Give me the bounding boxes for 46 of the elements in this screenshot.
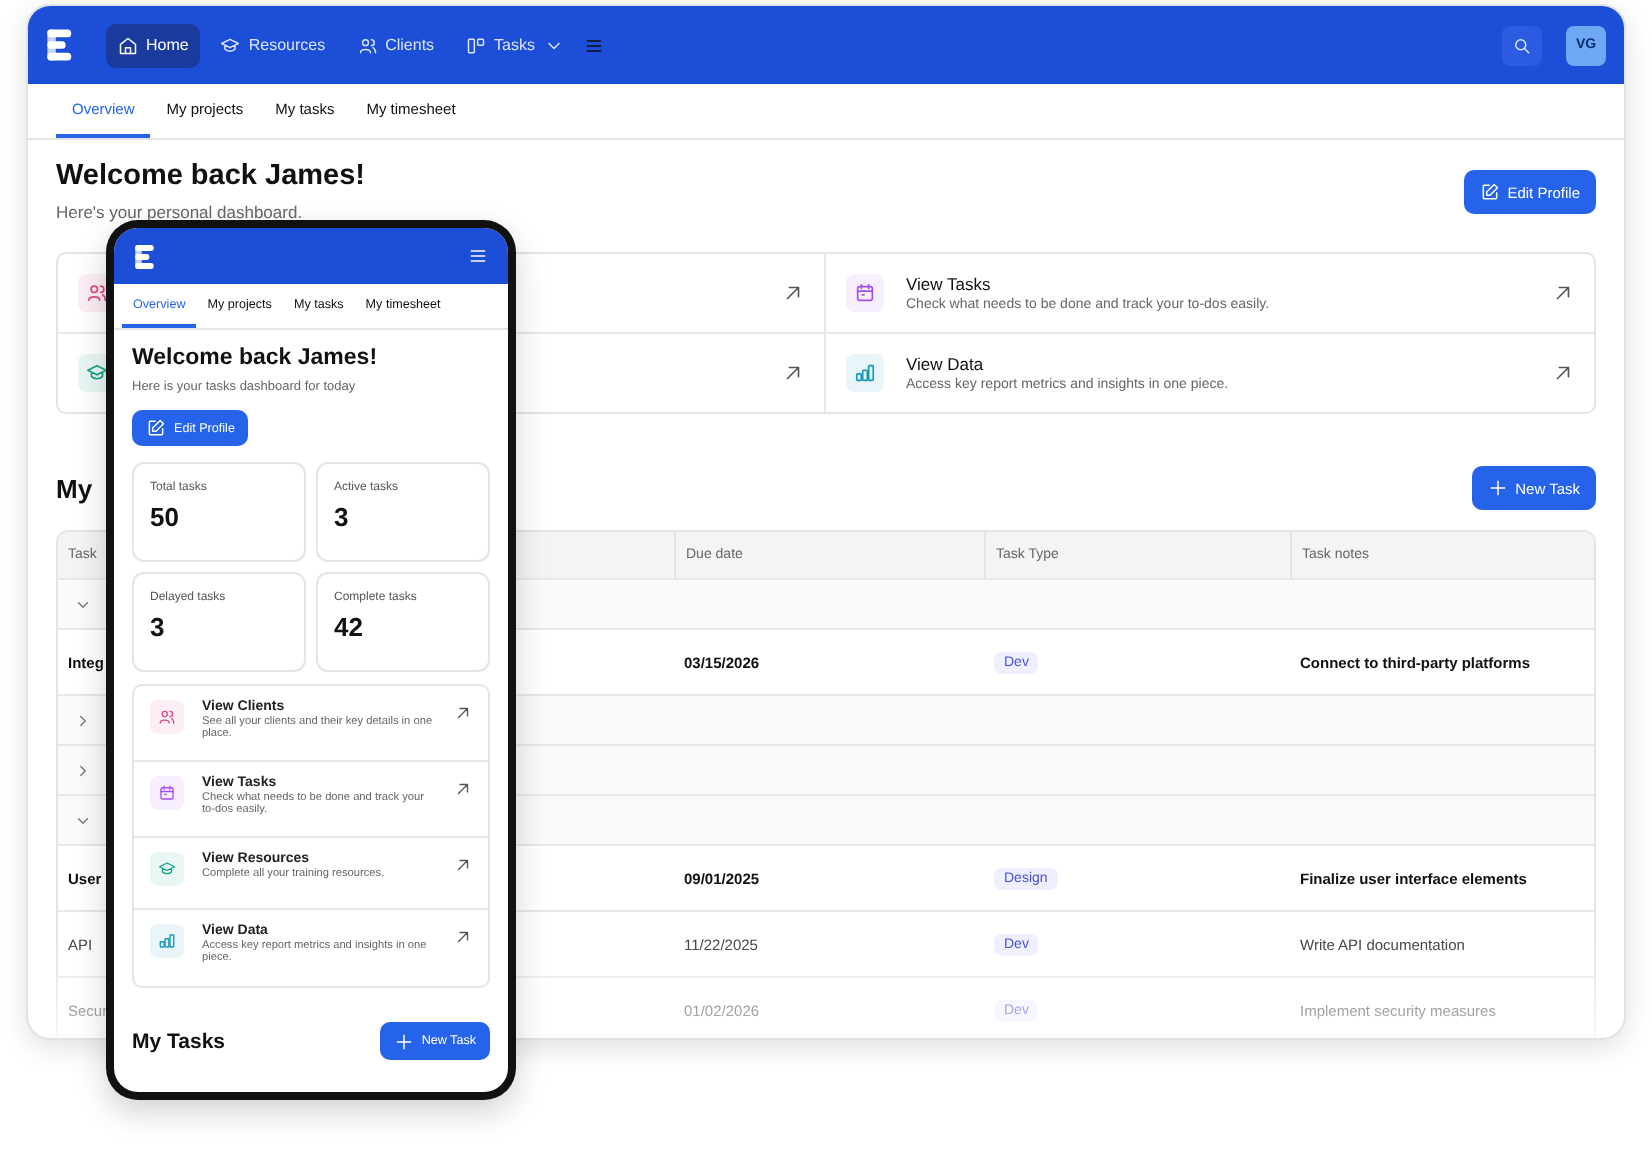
bar-chart-icon xyxy=(854,362,876,384)
page-title: Welcome back James! xyxy=(56,160,365,192)
search-icon xyxy=(1512,35,1532,55)
arrow-icon xyxy=(454,856,472,874)
nav-item[interactable]: Tasks xyxy=(454,23,575,67)
arrow-icon xyxy=(1552,362,1574,384)
link-title: View Data xyxy=(906,354,986,374)
menu-icon xyxy=(583,35,603,55)
edit-icon xyxy=(146,418,166,438)
stat-value: 42 xyxy=(334,612,365,642)
arrow-icon xyxy=(782,282,804,304)
arrow-icon xyxy=(782,362,804,384)
arrow-icon xyxy=(1552,282,1574,304)
calendar-icon xyxy=(854,282,876,304)
plus-icon xyxy=(1487,478,1508,498)
arrow-icon xyxy=(454,780,472,798)
arrow-icon xyxy=(454,928,472,946)
nav-item[interactable]: Home xyxy=(106,23,201,67)
home-icon xyxy=(118,35,138,55)
menu-button[interactable] xyxy=(468,246,488,266)
stat-value: 50 xyxy=(150,502,181,532)
search-button[interactable] xyxy=(1502,25,1542,65)
stat-value: 3 xyxy=(334,502,351,532)
bar-chart-icon xyxy=(158,932,176,950)
nav-item[interactable]: Clients xyxy=(345,23,447,67)
board-icon xyxy=(466,35,487,55)
plus-icon xyxy=(393,1031,414,1051)
section-title: My xyxy=(56,473,93,503)
users-icon xyxy=(357,35,378,55)
section-title: My Tasks xyxy=(132,1029,225,1053)
stat-value: 3 xyxy=(150,612,167,642)
page-title: Welcome back James! xyxy=(132,346,380,370)
page-subtitle: Here's your personal dashboard. xyxy=(56,202,305,222)
graduation-cap-icon xyxy=(158,860,176,878)
logo-icon xyxy=(46,28,74,62)
graduation-cap-icon xyxy=(86,362,108,384)
link-title: View Tasks xyxy=(906,274,993,294)
users-icon xyxy=(158,708,176,726)
nav-item[interactable]: Resources xyxy=(208,23,338,67)
menu-icon xyxy=(468,246,488,266)
edit-icon xyxy=(1479,182,1500,202)
users-icon xyxy=(86,282,108,304)
logo-icon xyxy=(134,243,156,269)
graduation-cap-icon xyxy=(220,35,241,55)
calendar-icon xyxy=(158,784,176,802)
arrow-icon xyxy=(454,704,472,722)
